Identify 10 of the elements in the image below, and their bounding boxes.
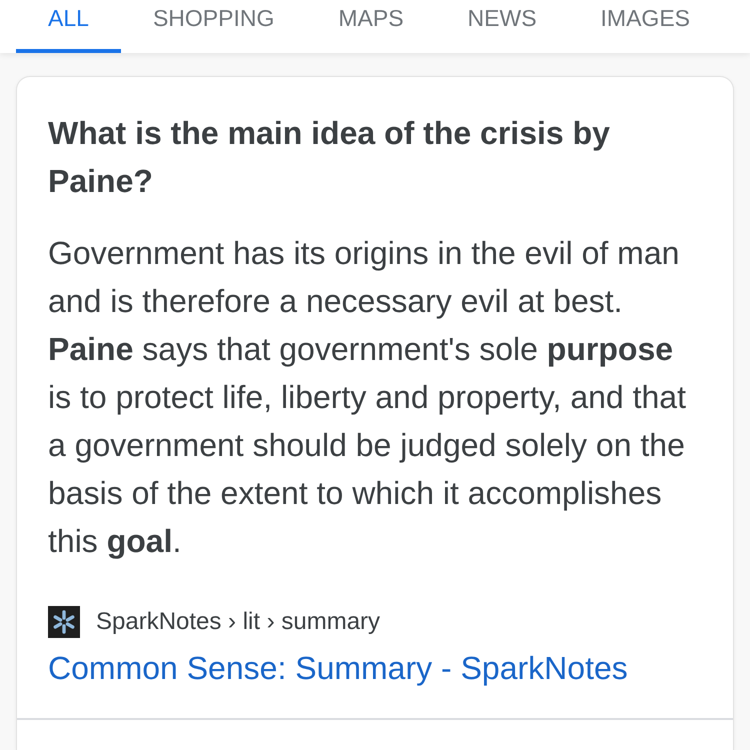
tab[interactable]: SHOPPING (120, 0, 306, 53)
tab[interactable]: IMAGES (568, 0, 722, 53)
tab[interactable]: NEWS (436, 0, 569, 53)
result-link[interactable]: Common Sense: Summary - SparkNotes (48, 648, 628, 688)
asterisk-icon (48, 606, 80, 638)
tab[interactable]: ALL (16, 0, 121, 53)
breadcrumb: SparkNotes › lit › summary (96, 607, 380, 637)
question-title: What is the main idea of the crisis by Paine? (48, 114, 611, 201)
answer-text: Government has its origins in the evil of man and is therefore a necessary evil at best. Paine says that government's sole purpose is to protect life, liberty and property, and that a government should be judged solely on the basis of the extent to which it accomplishes this goal. (48, 234, 687, 561)
tab[interactable]: MAPS (306, 0, 436, 53)
